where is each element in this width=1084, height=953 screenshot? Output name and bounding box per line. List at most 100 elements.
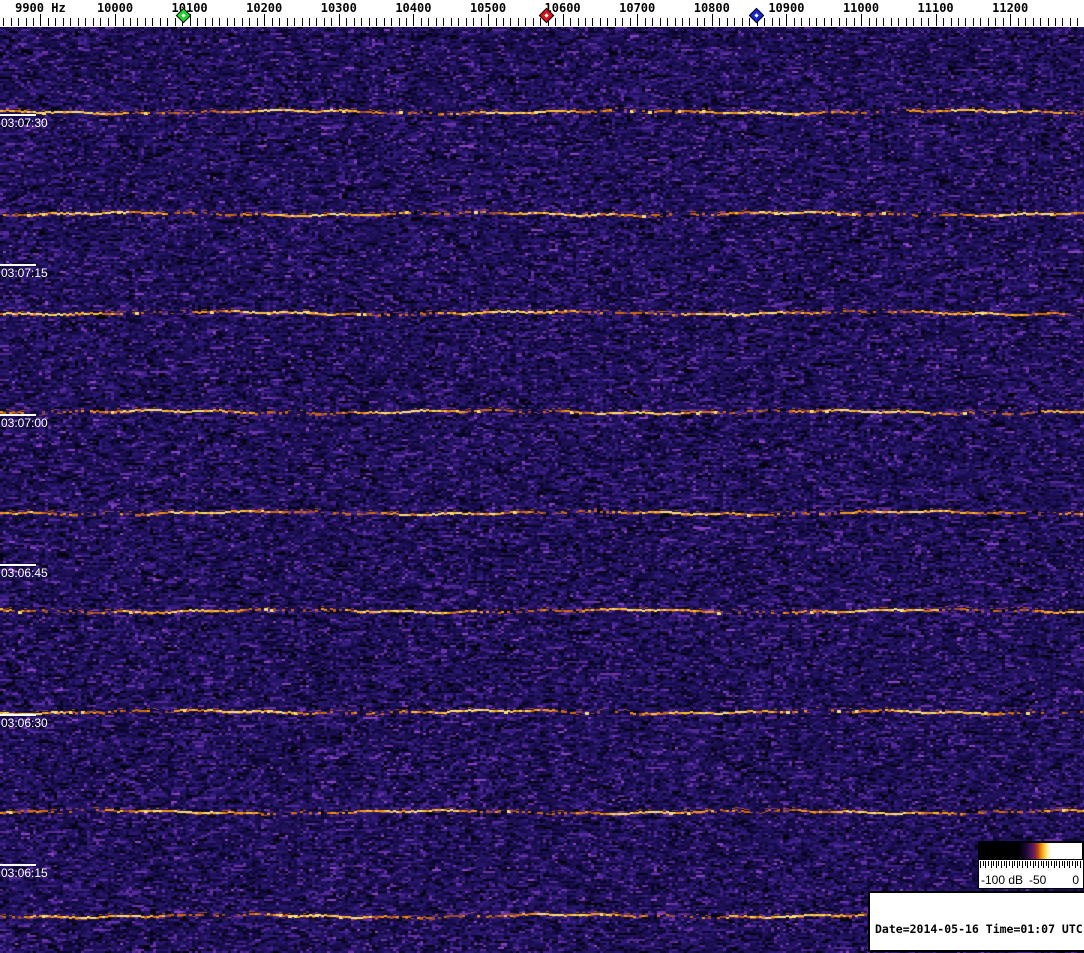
freq-minor-tick [599, 18, 601, 26]
freq-minor-tick [823, 18, 825, 26]
freq-minor-tick [271, 18, 273, 26]
freq-minor-tick [801, 18, 803, 26]
frequency-ruler: 9900 Hz 10000 10100 10200 10300 10400 10500 106… [0, 0, 1084, 27]
colorbar-tick [1032, 861, 1034, 868]
colorbar-tick [1037, 861, 1039, 868]
freq-minor-tick [682, 18, 683, 26]
freq-minor-tick [958, 18, 959, 26]
freq-minor-tick [764, 18, 765, 26]
freq-minor-tick [890, 18, 892, 26]
colorbar-tick [1056, 861, 1058, 866]
colorbar-tick [1072, 861, 1073, 866]
freq-minor-tick [816, 18, 818, 26]
freq-minor-tick [838, 18, 840, 26]
freq-minor-tick [55, 18, 57, 26]
freq-minor-tick [995, 18, 997, 26]
colorbar-tick [1024, 861, 1026, 866]
freq-major-tick [861, 14, 862, 26]
freq-minor-tick [689, 18, 691, 26]
freq-minor-tick [667, 18, 668, 26]
colorbar-tick [1074, 861, 1076, 868]
freq-minor-tick [622, 18, 624, 26]
colorbar-ticks [979, 861, 1083, 869]
freq-minor-tick [928, 18, 930, 26]
freq-minor-tick [510, 18, 512, 26]
freq-minor-tick [435, 18, 437, 26]
freq-tick-label: 11000 [842, 1, 880, 15]
colorbar-tick [1001, 861, 1002, 868]
freq-minor-tick [279, 18, 281, 26]
freq-minor-tick [540, 18, 542, 26]
freq-minor-tick [249, 18, 251, 26]
freq-minor-tick [25, 18, 27, 26]
colorbar-tick [1030, 861, 1031, 866]
freq-tick-label: 9900 Hz [15, 1, 66, 15]
freq-minor-tick [458, 18, 460, 26]
freq-minor-tick [77, 18, 79, 26]
colorbar-tick [1077, 861, 1079, 866]
freq-major-tick [711, 14, 713, 26]
freq-minor-tick [808, 18, 810, 26]
freq-minor-tick [10, 18, 12, 26]
freq-minor-tick [420, 18, 422, 26]
marker-blue-diamond[interactable] [748, 7, 765, 24]
freq-tick-label: 11100 [917, 1, 954, 15]
freq-minor-tick [32, 18, 34, 26]
freq-minor-tick [749, 18, 751, 26]
freq-minor-tick [234, 18, 236, 26]
freq-minor-tick [868, 18, 870, 26]
colorbar-tick [1066, 861, 1068, 866]
freq-minor-tick [965, 18, 967, 26]
freq-minor-tick [1055, 18, 1056, 26]
freq-minor-tick [831, 18, 833, 26]
freq-minor-tick [70, 18, 72, 26]
freq-minor-tick [898, 18, 900, 26]
colorbar-tick [998, 861, 1000, 866]
freq-tick-label: 10500 [469, 1, 507, 15]
freq-minor-tick [450, 18, 452, 26]
freq-tick-label: 11200 [992, 1, 1029, 15]
colorbar-tick [995, 861, 997, 868]
freq-tick-label: 10800 [693, 1, 730, 15]
colorbar-tick [1006, 861, 1008, 868]
freq-minor-tick [853, 18, 855, 26]
freq-minor-tick [286, 18, 288, 26]
freq-minor-tick [398, 18, 400, 26]
freq-minor-tick [241, 18, 243, 26]
freq-minor-tick [353, 18, 355, 26]
freq-minor-tick [1002, 18, 1004, 26]
freq-minor-tick [368, 18, 370, 26]
freq-minor-tick [607, 18, 609, 26]
freq-minor-tick [905, 18, 907, 26]
colorbar-tick [980, 861, 981, 868]
freq-minor-tick [644, 18, 646, 26]
colorbar-tick [1064, 861, 1066, 868]
colorbar-label-mid: -50 [1029, 873, 1047, 887]
freq-minor-tick [875, 18, 877, 26]
freq-minor-tick [226, 18, 228, 26]
freq-minor-tick [174, 18, 176, 26]
freq-minor-tick [659, 18, 661, 26]
time-label: 03:06:15 [1, 866, 48, 880]
colorbar-tick [1011, 861, 1013, 868]
freq-minor-tick [1069, 18, 1071, 26]
freq-major-tick [1010, 14, 1012, 26]
freq-minor-tick [301, 18, 303, 26]
freq-major-tick [935, 14, 937, 26]
colorbar-tick [1079, 861, 1081, 868]
freq-minor-tick [980, 18, 982, 26]
colorbar-tick [1058, 861, 1060, 868]
freq-minor-tick [383, 18, 385, 26]
freq-minor-tick [532, 18, 534, 26]
freq-minor-tick [846, 18, 848, 26]
freq-minor-tick [346, 18, 348, 26]
freq-minor-tick [629, 18, 631, 26]
colorbar-tick [985, 861, 987, 868]
freq-tick-label: 10000 [96, 1, 134, 15]
freq-minor-tick [167, 18, 169, 26]
freq-minor-tick [950, 18, 952, 26]
marker-center-dot [544, 13, 549, 18]
freq-major-tick [413, 14, 415, 26]
freq-minor-tick [570, 18, 572, 26]
freq-tick-label: 10200 [246, 1, 283, 15]
